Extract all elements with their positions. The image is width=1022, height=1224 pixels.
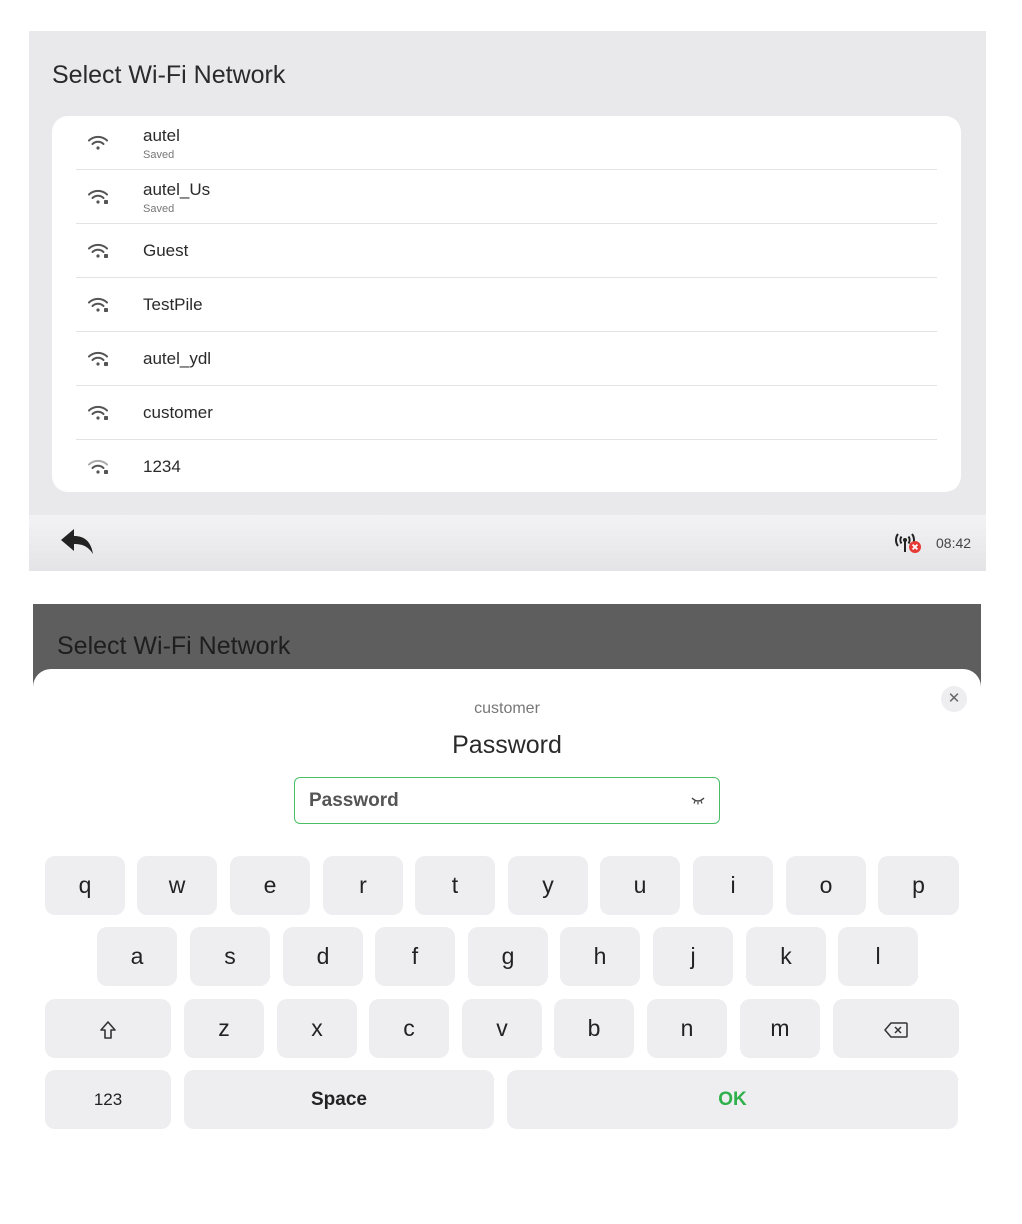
network-item-autel-us[interactable]: autel_Us Saved bbox=[76, 170, 937, 224]
key-e[interactable]: e bbox=[230, 856, 310, 915]
ok-button[interactable]: OK bbox=[507, 1070, 958, 1129]
network-name: Guest bbox=[143, 241, 189, 260]
key-y[interactable]: y bbox=[508, 856, 588, 915]
network-status: Saved bbox=[143, 203, 175, 215]
network-list: autel Saved autel_Us Saved Guest TestPil… bbox=[52, 116, 961, 492]
password-dialog: ✕ customer Password q w e r t y u i o p … bbox=[33, 669, 981, 1190]
key-w[interactable]: w bbox=[137, 856, 217, 915]
key-n[interactable]: n bbox=[647, 999, 727, 1058]
key-j[interactable]: j bbox=[653, 927, 733, 986]
page-title: Select Wi-Fi Network bbox=[52, 61, 286, 89]
shift-key[interactable] bbox=[45, 999, 171, 1058]
numbers-key[interactable]: 123 bbox=[45, 1070, 171, 1129]
key-l[interactable]: l bbox=[838, 927, 918, 986]
network-disconnected-icon bbox=[895, 533, 921, 553]
password-input[interactable] bbox=[309, 788, 669, 814]
backspace-key[interactable] bbox=[833, 999, 959, 1058]
network-name: 1234 bbox=[143, 457, 181, 476]
key-a[interactable]: a bbox=[97, 927, 177, 986]
network-item-autel[interactable]: autel Saved bbox=[76, 116, 937, 170]
network-name: autel_Us bbox=[143, 180, 211, 199]
key-d[interactable]: d bbox=[283, 927, 363, 986]
network-name: autel_ydl bbox=[143, 349, 212, 368]
network-status: Saved bbox=[143, 149, 175, 161]
back-arrow-icon[interactable] bbox=[59, 527, 95, 557]
key-v[interactable]: v bbox=[462, 999, 542, 1058]
key-z[interactable]: z bbox=[184, 999, 264, 1058]
network-item-testpile[interactable]: TestPile bbox=[76, 278, 937, 332]
wifi-locked-icon bbox=[88, 351, 108, 366]
network-item-customer[interactable]: customer bbox=[76, 386, 937, 440]
wifi-locked-icon bbox=[88, 405, 108, 420]
wifi-weak-locked-icon bbox=[88, 459, 108, 474]
key-u[interactable]: u bbox=[600, 856, 680, 915]
key-f[interactable]: f bbox=[375, 927, 455, 986]
page-title: Select Wi-Fi Network bbox=[57, 632, 291, 660]
key-k[interactable]: k bbox=[746, 927, 826, 986]
key-o[interactable]: o bbox=[786, 856, 866, 915]
backspace-icon bbox=[884, 1022, 908, 1038]
password-screen: Select Wi-Fi Network ✕ customer Password… bbox=[33, 604, 981, 1190]
network-item-guest[interactable]: Guest bbox=[76, 224, 937, 278]
dialog-title: Password bbox=[452, 731, 562, 759]
key-x[interactable]: x bbox=[277, 999, 357, 1058]
network-name: autel bbox=[143, 126, 180, 145]
key-c[interactable]: c bbox=[369, 999, 449, 1058]
wifi-locked-icon bbox=[88, 243, 108, 258]
network-ssid: customer bbox=[474, 700, 540, 717]
bottom-bar: 08:42 bbox=[29, 515, 986, 571]
key-g[interactable]: g bbox=[468, 927, 548, 986]
key-m[interactable]: m bbox=[740, 999, 820, 1058]
wifi-locked-icon bbox=[88, 297, 108, 312]
key-t[interactable]: t bbox=[415, 856, 495, 915]
network-name: customer bbox=[143, 403, 213, 422]
eye-closed-icon[interactable] bbox=[690, 795, 706, 807]
password-field[interactable] bbox=[294, 777, 720, 824]
space-key[interactable]: Space bbox=[184, 1070, 494, 1129]
wifi-list-screen: Select Wi-Fi Network autel Saved autel_U… bbox=[29, 31, 986, 571]
wifi-signal-icon bbox=[88, 135, 108, 150]
key-h[interactable]: h bbox=[560, 927, 640, 986]
key-s[interactable]: s bbox=[190, 927, 270, 986]
key-i[interactable]: i bbox=[693, 856, 773, 915]
key-r[interactable]: r bbox=[323, 856, 403, 915]
wifi-locked-icon bbox=[88, 189, 108, 204]
network-item-autel-ydl[interactable]: autel_ydl bbox=[76, 332, 937, 386]
key-p[interactable]: p bbox=[878, 856, 959, 915]
status-time: 08:42 bbox=[936, 535, 972, 551]
network-name: TestPile bbox=[143, 295, 203, 314]
shift-icon bbox=[100, 1021, 116, 1039]
key-b[interactable]: b bbox=[554, 999, 634, 1058]
key-q[interactable]: q bbox=[45, 856, 125, 915]
network-item-1234[interactable]: 1234 bbox=[76, 440, 937, 494]
